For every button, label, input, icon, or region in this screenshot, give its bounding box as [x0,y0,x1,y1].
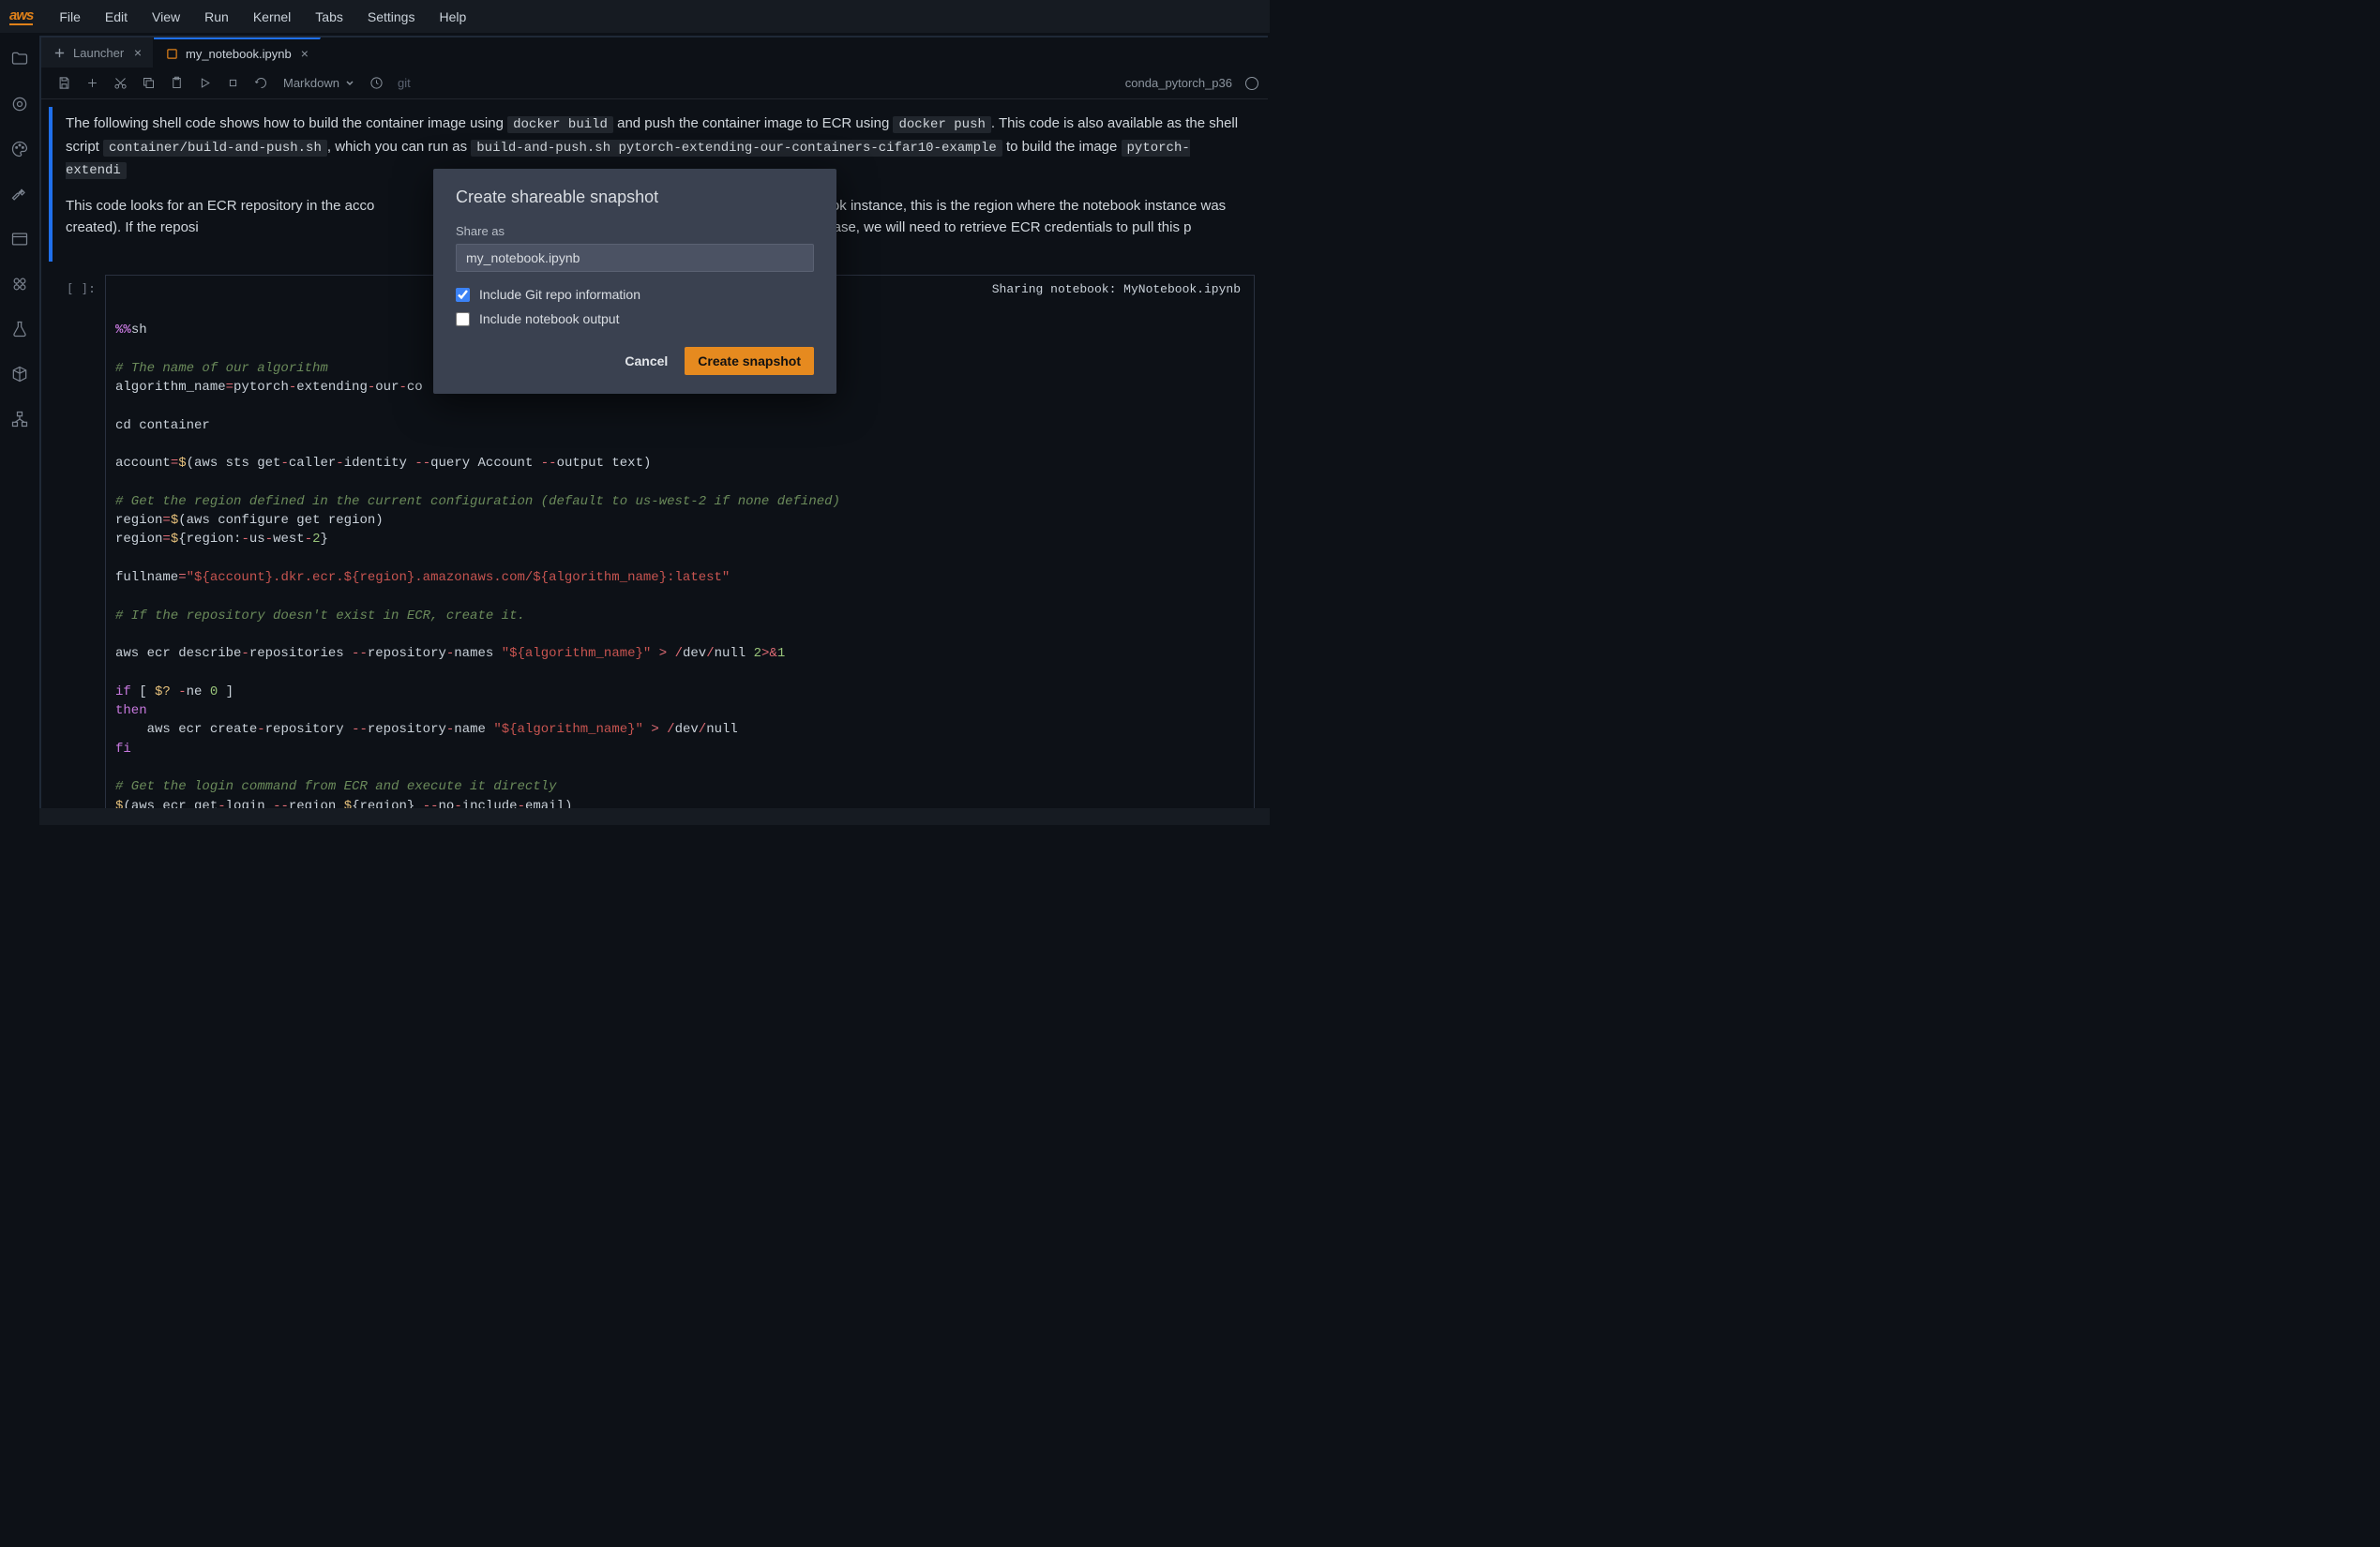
toolbar: Markdown git conda_pytorch_p36 [41,68,1268,99]
circle-icon[interactable] [9,94,30,114]
notebook-icon [165,47,178,60]
chevron-down-icon [345,79,354,88]
checkbox-output[interactable] [456,312,470,326]
markdown-text: This code looks for an ECR repository in… [66,198,374,214]
menu-file[interactable]: File [48,4,92,30]
inline-code: docker build [507,116,613,133]
content-area: Launcher × my_notebook.ipynb × [39,36,1268,825]
menu-help[interactable]: Help [428,4,477,30]
network-icon[interactable] [9,409,30,429]
kernel-name[interactable]: conda_pytorch_p36 [1125,76,1236,90]
menu-edit[interactable]: Edit [94,4,139,30]
tab-bar: Launcher × my_notebook.ipynb × [41,38,1268,68]
celltype-label: Markdown [283,76,339,90]
brain-icon[interactable] [9,274,30,294]
status-bar [39,808,1270,825]
checkbox-git[interactable] [456,288,470,302]
modal-title: Create shareable snapshot [456,188,814,207]
add-icon[interactable] [79,71,105,96]
close-icon[interactable]: × [301,46,309,61]
include-git-checkbox[interactable]: Include Git repo information [456,287,814,302]
save-icon[interactable] [51,71,77,96]
share-as-input[interactable] [456,244,814,272]
flask-icon[interactable] [9,319,30,339]
share-as-label: Share as [456,224,814,238]
restart-icon[interactable] [248,71,274,96]
create-snapshot-button[interactable]: Create snapshot [685,347,814,375]
cell-prompt: [ ]: [49,275,105,296]
tab-notebook[interactable]: my_notebook.ipynb × [154,38,321,68]
copy-icon[interactable] [135,71,161,96]
inline-code: container/build-and-push.sh [103,140,327,157]
share-snapshot-modal: Create shareable snapshot Share as Inclu… [433,169,836,394]
close-icon[interactable]: × [134,45,142,60]
tab-label: Launcher [73,46,124,60]
menu-view[interactable]: View [141,4,191,30]
menu-tabs[interactable]: Tabs [304,4,354,30]
celltype-select[interactable]: Markdown [276,74,362,92]
palette-icon[interactable] [9,139,30,159]
wrench-icon[interactable] [9,184,30,204]
menu-settings[interactable]: Settings [356,4,427,30]
menubar: aws File Edit View Run Kernel Tabs Setti… [0,0,1270,34]
cube-icon[interactable] [9,364,30,384]
cancel-button[interactable]: Cancel [621,348,671,374]
plus-icon [53,46,66,59]
inline-code: docker push [893,116,990,133]
folder-icon[interactable] [9,49,30,69]
markdown-text: The following shell code shows how to bu… [66,115,507,131]
run-icon[interactable] [191,71,218,96]
markdown-text: and push the container image to ECR usin… [613,115,894,131]
cut-icon[interactable] [107,71,133,96]
kernel-status-icon[interactable] [1245,77,1258,90]
include-output-checkbox[interactable]: Include notebook output [456,311,814,326]
paste-icon[interactable] [163,71,189,96]
share-status: Sharing notebook: MyNotebook.ipynb [992,281,1241,299]
menu-kernel[interactable]: Kernel [242,4,302,30]
markdown-text: , which you can run as [327,139,471,155]
tab-launcher[interactable]: Launcher × [41,38,154,68]
panel-icon[interactable] [9,229,30,249]
markdown-text: to build the image [1002,139,1122,155]
aws-logo: aws [9,8,33,25]
tab-label: my_notebook.ipynb [186,47,292,61]
checkbox-label: Include Git repo information [479,287,640,302]
activity-bar [0,34,39,825]
stop-icon[interactable] [219,71,246,96]
menu-run[interactable]: Run [193,4,240,30]
git-button[interactable]: git [392,76,416,90]
clock-icon[interactable] [364,71,390,96]
inline-code: build-and-push.sh pytorch-extending-our-… [471,140,1002,157]
checkbox-label: Include notebook output [479,311,619,326]
